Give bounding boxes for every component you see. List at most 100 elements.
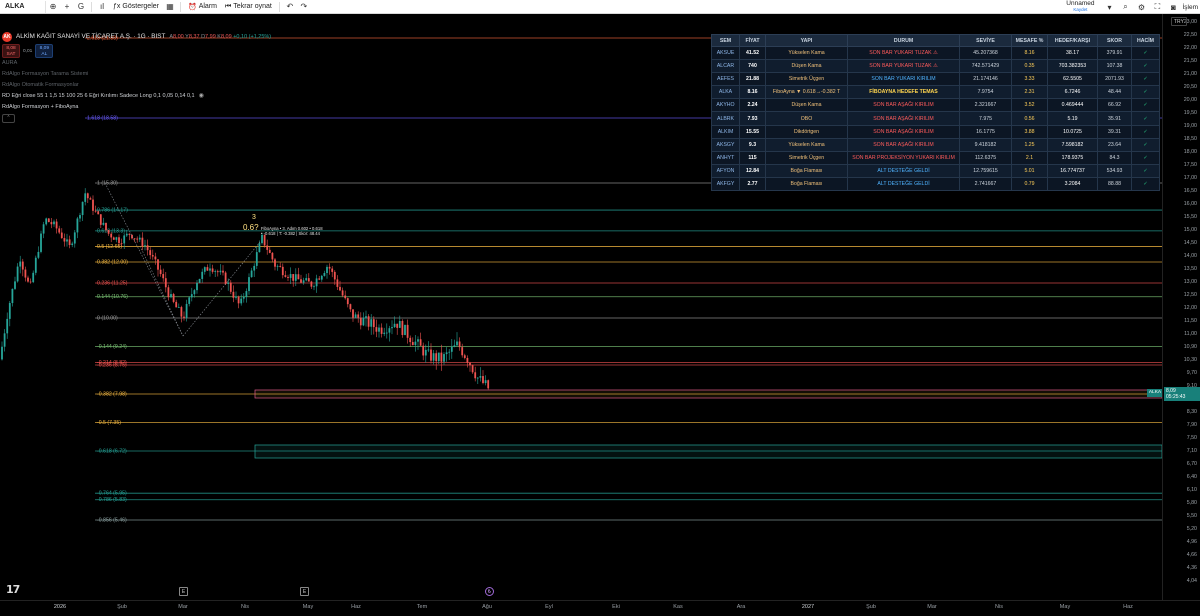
candle-body[interactable]: [284, 275, 287, 277]
candle-body[interactable]: [372, 319, 375, 328]
candle-body[interactable]: [427, 349, 430, 351]
candle-body[interactable]: [388, 328, 391, 333]
candle-body[interactable]: [255, 252, 258, 266]
candle-body[interactable]: [331, 268, 334, 272]
candle-body[interactable]: [229, 282, 232, 292]
candle-body[interactable]: [339, 286, 341, 291]
sell-button[interactable]: 8,08 SAT: [2, 44, 20, 58]
candle-body[interactable]: [162, 274, 165, 279]
candle-body[interactable]: [268, 249, 271, 253]
candle-body[interactable]: [323, 273, 326, 276]
candle-body[interactable]: [354, 314, 357, 318]
candle-body[interactable]: [276, 265, 279, 267]
candle-body[interactable]: [232, 291, 235, 298]
candle-body[interactable]: [292, 274, 295, 281]
candle-body[interactable]: [396, 323, 399, 328]
candle-body[interactable]: [172, 294, 175, 302]
candle-body[interactable]: [414, 341, 417, 346]
candle-body[interactable]: [71, 243, 74, 245]
candle-body[interactable]: [24, 269, 27, 278]
candle-body[interactable]: [201, 271, 204, 279]
candle-body[interactable]: [300, 279, 302, 283]
candle-body[interactable]: [188, 297, 191, 304]
candle-body[interactable]: [424, 349, 427, 356]
candle-body[interactable]: [469, 362, 471, 366]
candle-body[interactable]: [45, 218, 48, 225]
tradingview-logo[interactable]: 17: [6, 583, 20, 596]
fullscreen-icon[interactable]: ⛶: [1150, 1, 1164, 13]
candle-body[interactable]: [398, 320, 401, 328]
candle-body[interactable]: [336, 279, 339, 287]
candle-body[interactable]: [346, 298, 349, 305]
candle-body[interactable]: [84, 193, 87, 202]
candle-body[interactable]: [227, 282, 230, 284]
candle-body[interactable]: [294, 274, 297, 281]
add-symbol-icon[interactable]: ⊕: [46, 1, 60, 13]
earnings-event-marker[interactable]: E: [300, 587, 309, 596]
candle-body[interactable]: [297, 274, 300, 280]
candle-body[interactable]: [310, 281, 313, 287]
candle-body[interactable]: [159, 269, 162, 275]
candle-body[interactable]: [484, 380, 487, 384]
candle-body[interactable]: [1, 346, 3, 360]
table-row[interactable]: AKFGY 2.77 Boğa Flaması ALT DESTEĞE GELDİ 2.…: [711, 176, 1160, 192]
candle-body[interactable]: [110, 233, 113, 238]
indicator-aura[interactable]: AURA: [2, 58, 482, 69]
candle-body[interactable]: [32, 272, 35, 283]
table-header-cell[interactable]: DURUM: [847, 34, 960, 47]
candle-body[interactable]: [266, 245, 269, 250]
candle-body[interactable]: [456, 341, 458, 346]
candle-body[interactable]: [357, 314, 360, 318]
candle-body[interactable]: [289, 274, 292, 278]
candle-body[interactable]: [60, 232, 63, 239]
candle-body[interactable]: [375, 327, 378, 332]
earnings-event-marker[interactable]: E: [179, 587, 188, 596]
candle-body[interactable]: [138, 237, 141, 240]
layout-grid-icon[interactable]: ▦: [163, 1, 177, 13]
indicator-formation-scan[interactable]: RdAlgo Formasyon Tarama Sistemi: [2, 69, 482, 80]
candle-body[interactable]: [63, 238, 66, 242]
candle-body[interactable]: [263, 234, 266, 246]
currency-selector[interactable]: TRY: [1171, 17, 1187, 26]
candle-body[interactable]: [40, 233, 42, 252]
candle-body[interactable]: [21, 261, 24, 270]
candle-body[interactable]: [146, 245, 149, 251]
candle-body[interactable]: [437, 352, 440, 362]
candle-body[interactable]: [352, 309, 354, 318]
candle-body[interactable]: [440, 352, 443, 362]
candle-body[interactable]: [422, 345, 425, 356]
candle-body[interactable]: [107, 230, 110, 234]
candle-body[interactable]: [102, 222, 105, 225]
candle-body[interactable]: [482, 376, 484, 384]
table-row[interactable]: AKSUE 41.52 Yükselen Kama SON BAR YUKARI TU…: [711, 45, 1160, 61]
candle-body[interactable]: [105, 222, 107, 231]
candle-body[interactable]: [242, 296, 245, 299]
eye-icon[interactable]: ◉: [199, 91, 204, 102]
candle-body[interactable]: [214, 271, 217, 272]
candle-body[interactable]: [240, 298, 243, 304]
search-icon[interactable]: ⌕: [1118, 1, 1132, 13]
candle-body[interactable]: [411, 342, 414, 346]
candle-body[interactable]: [73, 232, 76, 244]
candle-body[interactable]: [326, 266, 328, 274]
fibo-target-zone[interactable]: [254, 389, 1162, 399]
candle-body[interactable]: [417, 339, 419, 342]
fibo-projection-zone[interactable]: [254, 444, 1162, 459]
candle-body[interactable]: [463, 355, 466, 358]
candle-body[interactable]: [271, 252, 274, 260]
candle-body[interactable]: [144, 245, 146, 247]
candle-body[interactable]: [86, 193, 89, 199]
candle-body[interactable]: [112, 237, 115, 240]
indicator-fiboayna[interactable]: RdAlgo Formasyon + FiboAyna: [2, 102, 482, 113]
candle-body[interactable]: [362, 317, 365, 326]
dividend-event-marker[interactable]: ₺: [485, 587, 494, 596]
candle-body[interactable]: [448, 351, 451, 353]
candle-body[interactable]: [183, 316, 185, 318]
redo-icon[interactable]: ↷: [297, 1, 311, 13]
candle-body[interactable]: [29, 281, 32, 283]
candle-body[interactable]: [250, 270, 253, 278]
indicator-auto-formations[interactable]: RdAlgo Otomatik Formasyonlar: [2, 80, 482, 91]
candle-body[interactable]: [328, 266, 331, 269]
table-row[interactable]: ALCAR 740 Düşen Kama SON BAR YUKARI TUZAK ⚠…: [711, 59, 1160, 74]
candle-body[interactable]: [66, 239, 68, 242]
